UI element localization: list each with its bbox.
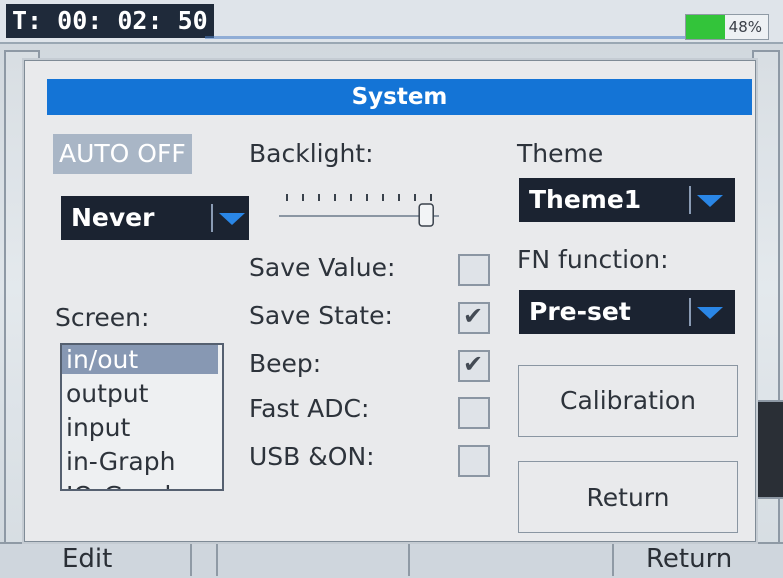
status-divider [205, 36, 765, 39]
fn-function-label: FN function: [517, 245, 669, 274]
timer-display: T: 00: 02: 50 [6, 4, 214, 38]
return-softkey[interactable]: Return [646, 544, 732, 574]
status-bar: T: 00: 02: 50 48% [0, 0, 783, 44]
beep-checkbox[interactable]: ✔ [458, 350, 490, 382]
usb-on-checkbox[interactable] [458, 445, 490, 477]
backlight-slider[interactable] [273, 184, 443, 229]
save-state-checkbox[interactable]: ✔ [458, 302, 490, 334]
usb-on-label: USB &ON: [249, 442, 375, 471]
chevron-down-icon [697, 195, 723, 207]
softkey-divider [408, 544, 410, 576]
fast-adc-label: Fast ADC: [249, 394, 370, 423]
check-icon: ✔ [463, 350, 484, 378]
chevron-down-icon [219, 213, 245, 225]
edit-softkey[interactable]: Edit [62, 544, 112, 574]
battery-percent: 48% [728, 18, 762, 36]
softkey-divider [190, 544, 192, 576]
list-item[interactable]: input [66, 413, 130, 442]
check-icon: ✔ [463, 302, 484, 330]
theme-dropdown[interactable]: Theme1 [519, 178, 735, 222]
calibration-button[interactable]: Calibration [518, 365, 738, 437]
battery-fill [686, 15, 726, 39]
list-item[interactable]: in/out [62, 345, 218, 374]
list-item[interactable]: IO-Graph [66, 481, 180, 489]
battery-indicator: 48% [685, 14, 769, 40]
auto-off-label: AUTO OFF [53, 134, 192, 174]
list-item[interactable]: in-Graph [66, 447, 175, 476]
fn-function-value: Pre-set [529, 297, 631, 326]
dropdown-divider [689, 298, 691, 326]
fn-function-dropdown[interactable]: Pre-set [519, 290, 735, 334]
auto-off-value: Never [71, 203, 155, 232]
theme-value: Theme1 [529, 185, 642, 214]
screen-listbox[interactable]: in/out output input in-Graph IO-Graph [60, 343, 224, 491]
save-value-label: Save Value: [249, 253, 396, 282]
background-panel [752, 400, 783, 499]
beep-label: Beep: [249, 349, 322, 378]
dialog-title: System [47, 79, 752, 115]
list-item[interactable]: output [66, 379, 148, 408]
calibration-label: Calibration [559, 386, 697, 415]
chevron-down-icon [697, 307, 723, 319]
save-value-checkbox[interactable] [458, 254, 490, 286]
system-dialog: System AUTO OFF Never Backlight: Theme T… [24, 60, 756, 542]
theme-label: Theme [517, 139, 604, 168]
dropdown-divider [211, 204, 213, 232]
save-state-label: Save State: [249, 301, 393, 330]
dropdown-divider [689, 186, 691, 214]
softkey-divider [612, 544, 614, 576]
softkey-divider [216, 544, 218, 576]
screen-label: Screen: [55, 303, 150, 332]
backlight-label: Backlight: [249, 139, 374, 168]
auto-off-dropdown[interactable]: Never [61, 196, 249, 240]
return-button[interactable]: Return [518, 461, 738, 533]
fast-adc-checkbox[interactable] [458, 397, 490, 429]
return-label: Return [586, 483, 670, 512]
